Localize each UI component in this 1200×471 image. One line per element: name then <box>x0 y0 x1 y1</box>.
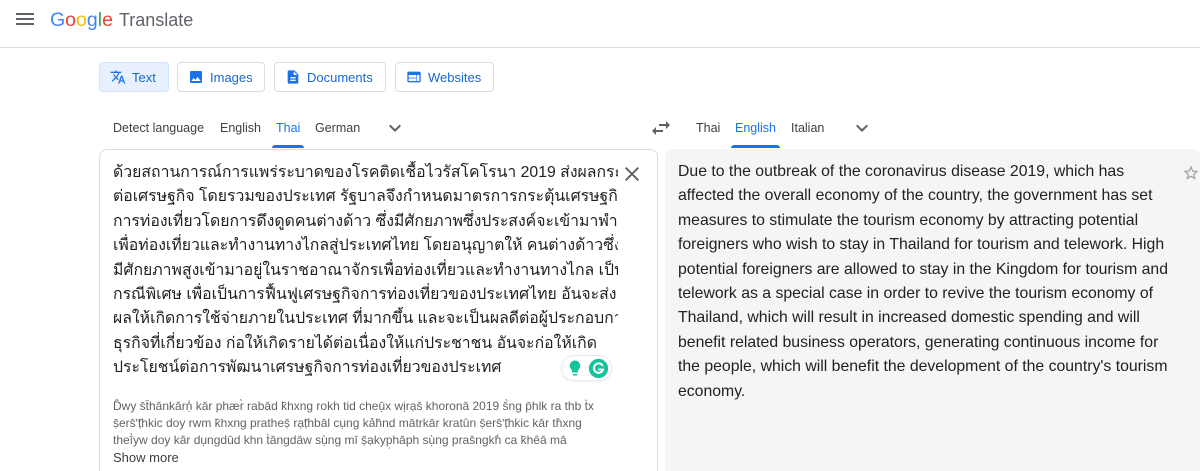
translation-line: affected the overall economy of the coun… <box>678 187 1153 205</box>
document-icon <box>287 70 299 84</box>
logo-letter: o <box>76 9 87 31</box>
translation-panel: Due to the outbreak of the coronavirus d… <box>665 149 1200 471</box>
translation-line: Due to the outbreak of the coronavirus d… <box>678 163 1125 180</box>
web-icon <box>407 71 421 83</box>
translation-line: foreigners who wish to stay in Thailand … <box>678 236 1165 254</box>
app-logo[interactable]: Google Translate <box>50 8 193 32</box>
menu-icon <box>16 13 34 25</box>
main-menu-button[interactable] <box>11 5 39 33</box>
source-text-line[interactable]: ธุรกิจที่เกี่ยวข้อง ก่อให้เกิดรายได้ต่อเ… <box>113 332 618 356</box>
tab-documents[interactable]: Documents <box>274 62 386 92</box>
transliteration-line: theī̀yw doy kār dụngdūd khn t̀āngdāw sụ̀… <box>113 433 567 447</box>
chevron-down-icon <box>856 124 868 132</box>
translation-output: Due to the outbreak of the coronavirus d… <box>678 160 1182 404</box>
target-lang-italian[interactable]: Italian <box>791 118 824 138</box>
source-text-line[interactable]: กรณีพิเศษ เพื่อเป็นการฟื้นฟูเศรษฐกิจการท… <box>113 283 618 307</box>
grammarly-widget <box>562 356 611 380</box>
logo-wordmark: Google <box>50 9 113 31</box>
tab-websites-label: Websites <box>428 69 482 85</box>
more-source-languages-button[interactable] <box>383 116 407 140</box>
source-text-line[interactable]: ด้วยสถานการณ์การแพร่ระบาดของโรคติดเชื้อไ… <box>113 161 618 185</box>
swap-languages-button[interactable] <box>649 116 673 140</box>
grammarly-icon <box>588 358 609 378</box>
target-lang-thai[interactable]: Thai <box>696 118 720 138</box>
translation-line: economy. <box>678 382 746 400</box>
source-lang-english[interactable]: English <box>220 118 261 138</box>
logo-letter: o <box>65 9 77 31</box>
source-text-area[interactable]: ด้วยสถานการณ์การแพร่ระบาดของโรคติดเชื้อไ… <box>113 161 618 381</box>
swap-icon <box>652 121 670 135</box>
transliteration-line: D̂wy s̄t̄hānkārṇ̒ kār phær̀ rabād k̄hxng… <box>113 399 594 413</box>
translation-line: benefit related business operators, gene… <box>678 333 1159 351</box>
source-lang-thai[interactable]: Thai <box>271 118 305 148</box>
translation-line: telework as a special case in order to r… <box>678 284 1154 302</box>
source-text-line[interactable]: ประโยชน์ต่อการพัฒนาเศรษฐกิจการท่องเที่ยว… <box>113 356 618 380</box>
star-icon <box>1183 165 1199 180</box>
transliteration-line: ṣ̄ers̄ʹṭ̄hkic doy rwm k̄hxng pratheṣ̄ rạ… <box>113 416 582 430</box>
show-more-button[interactable]: Show more <box>113 449 179 466</box>
logo-letter: g <box>86 9 98 31</box>
source-lang-detect[interactable]: Detect language <box>113 118 204 138</box>
tab-images[interactable]: Images <box>177 62 265 92</box>
grammarly-button[interactable] <box>588 358 609 379</box>
source-text-line[interactable]: มีศักยภาพสูงเข้ามาอยู่ในราชอาณาจักรเพื่อ… <box>113 259 618 283</box>
translation-line: measures to stimulate the tourism econom… <box>678 211 1139 229</box>
chevron-down-icon <box>389 124 401 132</box>
translate-icon <box>110 70 126 84</box>
source-text-line[interactable]: เพื่อท่องเที่ยวและทำงานทางไกลสู่ประเทศไท… <box>113 234 618 258</box>
target-lang-english[interactable]: English <box>731 118 780 148</box>
image-icon <box>190 71 202 83</box>
source-text-line[interactable]: การท่องเที่ยวโดยการดึงดูดคนต่างด้าว ซึ่ง… <box>113 210 618 234</box>
tab-documents-label: Documents <box>307 69 373 85</box>
product-name: Translate <box>118 10 194 30</box>
source-panel: ด้วยสถานการณ์การแพร่ระบาดของโรคติดเชื้อไ… <box>99 149 658 471</box>
more-target-languages-button[interactable] <box>850 116 874 140</box>
close-icon <box>625 167 639 181</box>
lightbulb-icon <box>569 360 581 376</box>
source-text-line[interactable]: ต่อเศรษฐกิจ โดยรวมของประเทศ รัฐบาลจึงกำห… <box>113 185 618 209</box>
logo-letter: e <box>102 9 113 31</box>
translation-line: Thailand, which will result in increased… <box>678 309 1140 327</box>
grammarly-suggestion-button[interactable] <box>566 359 584 377</box>
logo-letter: G <box>50 9 66 31</box>
source-lang-german[interactable]: German <box>315 118 360 138</box>
tab-websites[interactable]: Websites <box>395 62 494 92</box>
save-translation-button[interactable] <box>1182 164 1200 182</box>
clear-source-button[interactable] <box>620 162 644 186</box>
translation-line: potential foreigners are allowed to stay… <box>678 260 1168 278</box>
tab-text[interactable]: Text <box>99 62 169 92</box>
translation-line: the people, which will benefit the devel… <box>678 358 1168 376</box>
tab-text-label: Text <box>132 69 156 85</box>
tab-images-label: Images <box>210 69 253 85</box>
source-transliteration: D̂wy s̄t̄hānkārṇ̒ kār phær̀ rabād k̄hxng… <box>113 398 645 449</box>
source-text-line[interactable]: ผลให้เกิดการใช้จ่ายภายในประเทศ ที่มากขึ้… <box>113 307 618 331</box>
app-header: Google Translate <box>0 0 1200 48</box>
